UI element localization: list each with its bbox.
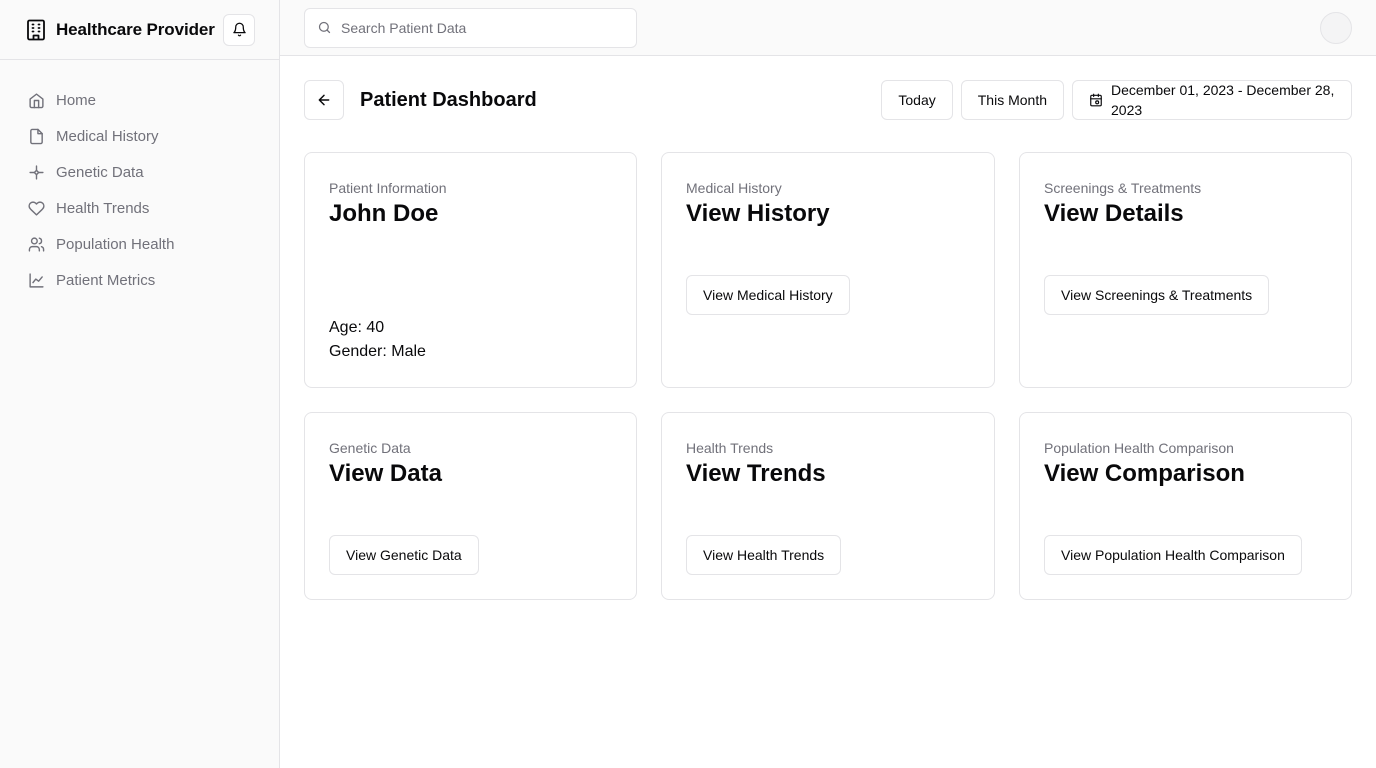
screenings-treatments-card: Screenings & Treatments View Details Vie… bbox=[1019, 152, 1352, 388]
heart-icon bbox=[27, 199, 45, 217]
sidebar-item-label: Medical History bbox=[56, 127, 159, 145]
view-population-health-button[interactable]: View Population Health Comparison bbox=[1044, 535, 1302, 575]
card-value: View Data bbox=[329, 460, 442, 487]
card-label: Genetic Data bbox=[329, 440, 411, 456]
patient-gender: Gender: Male bbox=[329, 343, 426, 360]
view-genetic-data-button[interactable]: View Genetic Data bbox=[329, 535, 479, 575]
card-label: Screenings & Treatments bbox=[1044, 180, 1202, 196]
sidebar-item-medical-history[interactable]: Medical History bbox=[0, 118, 279, 154]
line-chart-icon bbox=[27, 271, 45, 289]
card-label: Medical History bbox=[686, 180, 782, 196]
file-icon bbox=[27, 127, 45, 145]
page-title: Patient Dashboard bbox=[360, 88, 537, 111]
date-range-picker[interactable]: December 01, 2023 - December 28, 2023 bbox=[1072, 80, 1352, 120]
view-health-trends-button[interactable]: View Health Trends bbox=[686, 535, 842, 575]
avatar[interactable] bbox=[1320, 12, 1352, 44]
sidebar-item-population-health[interactable]: Population Health bbox=[0, 226, 279, 262]
brand-bar: Healthcare Provider bbox=[0, 0, 279, 60]
sidebar-item-label: Genetic Data bbox=[56, 163, 144, 181]
card-value: View Trends bbox=[686, 460, 826, 487]
date-range-text: December 01, 2023 - December 28, 2023 bbox=[1111, 82, 1335, 118]
sidebar-item-label: Health Trends bbox=[56, 199, 150, 217]
sidebar-item-patient-metrics[interactable]: Patient Metrics bbox=[0, 262, 279, 298]
sidebar: Healthcare Provider Home Medical History bbox=[0, 0, 280, 768]
card-value: View Details bbox=[1044, 200, 1184, 227]
page-header: Patient Dashboard Today This Month Decem… bbox=[304, 80, 1352, 120]
view-medical-history-button[interactable]: View Medical History bbox=[686, 275, 850, 315]
view-screenings-treatments-button[interactable]: View Screenings & Treatments bbox=[1044, 275, 1270, 315]
card-label: Health Trends bbox=[686, 440, 774, 456]
sidebar-item-health-trends[interactable]: Health Trends bbox=[0, 190, 279, 226]
sidebar-item-genetic-data[interactable]: Genetic Data bbox=[0, 154, 279, 190]
sidebar-item-label: Home bbox=[56, 91, 97, 109]
genetic-data-card: Genetic Data View Data View Genetic Data bbox=[304, 412, 637, 600]
patient-details: Age: 40 Gender: Male bbox=[329, 316, 426, 364]
card-value: View History bbox=[686, 200, 830, 227]
patient-info-card: Patient Information John Doe Age: 40 Gen… bbox=[304, 152, 637, 388]
sidebar-nav: Home Medical History Genetic Data Health… bbox=[0, 60, 279, 298]
back-button[interactable] bbox=[304, 80, 344, 120]
search-icon bbox=[317, 20, 333, 36]
bell-icon bbox=[232, 22, 247, 37]
card-label: Patient Information bbox=[329, 180, 447, 196]
users-icon bbox=[27, 235, 45, 253]
patient-age: Age: 40 bbox=[329, 319, 385, 336]
calendar-icon bbox=[1089, 93, 1103, 107]
card-value: View Comparison bbox=[1044, 460, 1245, 487]
main-content: Patient Dashboard Today This Month Decem… bbox=[304, 80, 1352, 600]
health-trends-card: Health Trends View Trends View Health Tr… bbox=[661, 412, 995, 600]
search-input[interactable] bbox=[341, 20, 621, 36]
card-value: John Doe bbox=[329, 200, 439, 227]
this-month-button[interactable]: This Month bbox=[960, 80, 1064, 120]
dashboard-grid: Patient Information John Doe Age: 40 Gen… bbox=[304, 152, 1352, 600]
building-icon bbox=[25, 19, 47, 41]
sidebar-item-label: Population Health bbox=[56, 235, 175, 253]
brand-name: Healthcare Provider bbox=[56, 19, 215, 39]
header-actions: Today This Month December 01, 2023 - Dec… bbox=[881, 80, 1352, 120]
arrow-left-icon bbox=[316, 92, 332, 108]
card-label: Population Health Comparison bbox=[1044, 440, 1234, 456]
today-button[interactable]: Today bbox=[881, 80, 953, 120]
sidebar-item-label: Patient Metrics bbox=[56, 271, 156, 289]
medical-history-card: Medical History View History View Medica… bbox=[661, 152, 995, 388]
population-health-card: Population Health Comparison View Compar… bbox=[1019, 412, 1352, 600]
search-box[interactable] bbox=[304, 8, 637, 48]
sidebar-item-home[interactable]: Home bbox=[0, 82, 279, 118]
topbar bbox=[280, 0, 1376, 56]
notifications-button[interactable] bbox=[223, 13, 255, 46]
home-icon bbox=[27, 91, 45, 109]
sparkle-icon bbox=[27, 163, 45, 181]
